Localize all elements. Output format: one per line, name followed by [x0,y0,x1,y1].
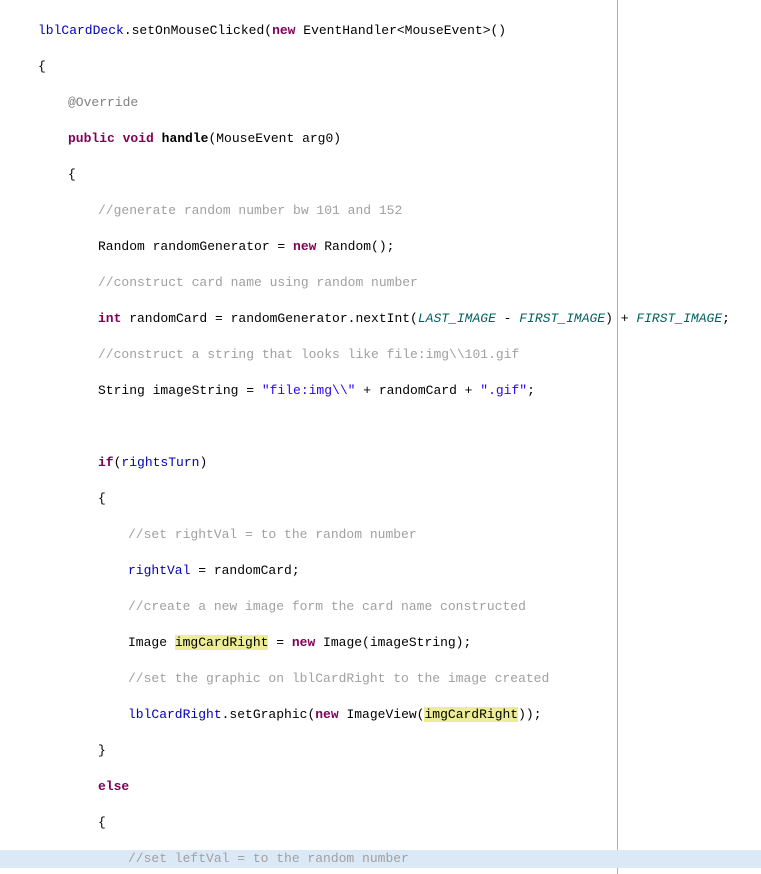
comment-line: //generate random number bw 101 and 152 [0,202,761,220]
code-line: } [0,742,761,760]
code-line: Image imgCardRight = new Image(imageStri… [0,634,761,652]
comment-line: //construct a string that looks like fil… [0,346,761,364]
comment-line: //set the graphic on lblCardRight to the… [0,670,761,688]
comment-line: //construct card name using random numbe… [0,274,761,292]
code-line: String imageString = "file:img\\" + rand… [0,382,761,400]
blank-line [0,418,761,436]
code-line: lblCardRight.setGraphic(new ImageView(im… [0,706,761,724]
code-line: Random randomGenerator = new Random(); [0,238,761,256]
current-line: //set leftVal = to the random number [0,850,761,868]
code-line: else [0,778,761,796]
code-line: if(rightsTurn) [0,454,761,472]
comment-line: //create a new image form the card name … [0,598,761,616]
code-line: { [0,58,761,76]
code-line: { [0,166,761,184]
code-line: rightVal = randomCard; [0,562,761,580]
code-line: lblCardDeck.setOnMouseClicked(new EventH… [0,22,761,40]
comment-line: //set rightVal = to the random number [0,526,761,544]
code-line: @Override [0,94,761,112]
code-area: lblCardDeck.setOnMouseClicked(new EventH… [0,0,761,874]
code-line: { [0,490,761,508]
code-line: { [0,814,761,832]
code-line: public void handle(MouseEvent arg0) [0,130,761,148]
code-line: int randomCard = randomGenerator.nextInt… [0,310,761,328]
